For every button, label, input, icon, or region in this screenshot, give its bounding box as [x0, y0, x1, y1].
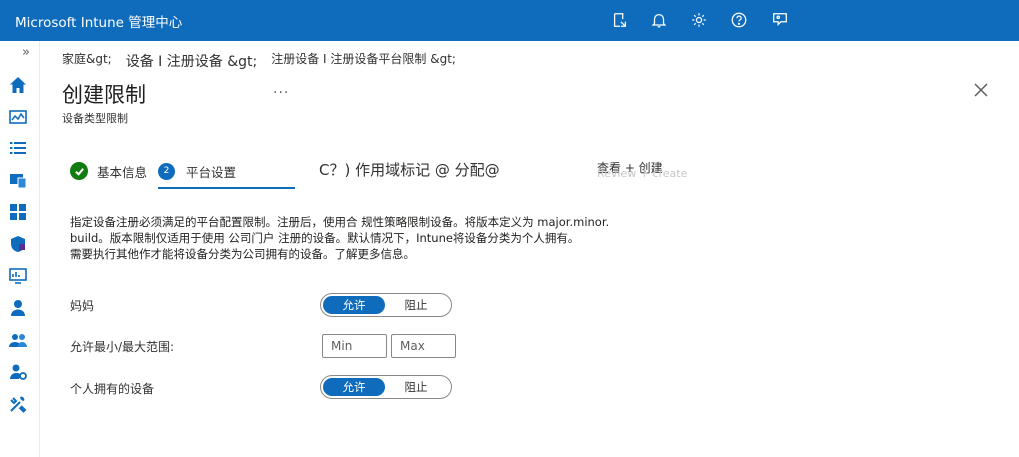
top-header-bar: Microsoft Intune 管理中心 — [0, 0, 1019, 41]
groups-icon[interactable] — [7, 329, 29, 351]
bell-icon[interactable] — [649, 10, 669, 30]
page-title: 创建限制 — [62, 83, 146, 107]
active-tab-underline — [158, 187, 295, 189]
home-icon[interactable] — [7, 74, 29, 96]
endpoint-security-icon[interactable] — [7, 233, 29, 255]
tab-platform-settings-label: 平台设置 — [186, 164, 237, 180]
devices-icon[interactable] — [7, 169, 29, 191]
platform-label: 妈妈 — [70, 299, 95, 313]
tab-scope-tags-label: C？) 作用域标记 @ 分配@ — [319, 160, 500, 179]
tab-review-create-ghost-text: Review + create — [597, 167, 688, 180]
step-complete-check-icon — [70, 162, 88, 180]
person-feedback-icon[interactable] — [770, 10, 790, 30]
gear-icon[interactable] — [689, 10, 709, 30]
dashboard-icon[interactable] — [7, 106, 29, 128]
tab-basics[interactable]: 基本信息 — [70, 158, 147, 184]
step-number-badge: 2 — [158, 162, 175, 180]
min-version-input[interactable] — [322, 334, 387, 358]
users-icon[interactable] — [7, 297, 29, 319]
max-version-input[interactable] — [391, 334, 456, 358]
block-option[interactable]: 阻止 — [385, 378, 447, 396]
allow-option[interactable]: 允许 — [323, 296, 385, 314]
tab-platform-settings[interactable]: 2 平台设置 — [158, 158, 295, 189]
block-option[interactable]: 阻止 — [385, 296, 447, 314]
allow-option[interactable]: 允许 — [323, 378, 385, 396]
left-nav-rail: » — [0, 41, 40, 457]
platform-allow-block-toggle[interactable]: 允许 阻止 — [320, 293, 452, 317]
description-line: 需要执行其他作才能将设备分类为公司拥有的设备。了解更多信息。 — [70, 247, 415, 261]
intune-admin-window: Microsoft Intune 管理中心 » 家庭&gt; 设备 I 注册设备… — [0, 0, 1019, 457]
expand-nav-icon[interactable]: » — [22, 45, 30, 60]
help-icon[interactable] — [729, 10, 749, 30]
tab-scope-tags-assignments[interactable]: C？) 作用域标记 @ 分配@ — [319, 156, 500, 182]
feedback-share-icon[interactable] — [610, 10, 630, 30]
page-subtitle: 设备类型限制 — [62, 112, 128, 125]
apps-icon[interactable] — [7, 201, 29, 223]
wizard-steps: 基本信息 2 平台设置 C？) 作用域标记 @ 分配@ 查看 + 创建 Revi… — [62, 152, 762, 192]
description-line: 指定设备注册必须满足的平台配置限制。注册后，使用合 规性策略限制设备。将版本定义… — [70, 215, 610, 229]
description-text: 指定设备注册必须满足的平台配置限制。注册后，使用合 规性策略限制设备。将版本定义… — [70, 214, 670, 262]
close-icon[interactable] — [973, 82, 993, 102]
all-services-icon[interactable] — [7, 137, 29, 159]
app-title[interactable]: Microsoft Intune 管理中心 — [15, 11, 182, 31]
personally-owned-label: 个人拥有的设备 — [70, 382, 155, 396]
tab-review-create[interactable]: 查看 + 创建 Review + create — [597, 154, 687, 181]
breadcrumb-restrictions-link[interactable]: 注册设备 I 注册设备平台限制 &gt; — [271, 50, 456, 70]
breadcrumb-devices-link[interactable]: 设备 I 注册设备 &gt; — [126, 51, 258, 71]
description-line: build。版本限制仅适用于使用 公司门户 注册的设备。默认情况下，Intune… — [70, 231, 580, 245]
tenant-admin-icon[interactable] — [7, 361, 29, 383]
breadcrumb-home-link[interactable]: 家庭&gt; — [62, 50, 112, 70]
breadcrumb: 家庭&gt; 设备 I 注册设备 &gt; 注册设备 I 注册设备平台限制 &g… — [62, 50, 456, 70]
min-max-range-label: 允许最小/最大范围: — [70, 340, 175, 354]
troubleshooting-icon[interactable] — [7, 393, 29, 415]
tab-basics-label: 基本信息 — [97, 164, 148, 180]
personally-owned-toggle[interactable]: 允许 阻止 — [320, 375, 452, 399]
more-options-button[interactable]: ... — [273, 81, 289, 97]
reports-icon[interactable] — [7, 265, 29, 287]
